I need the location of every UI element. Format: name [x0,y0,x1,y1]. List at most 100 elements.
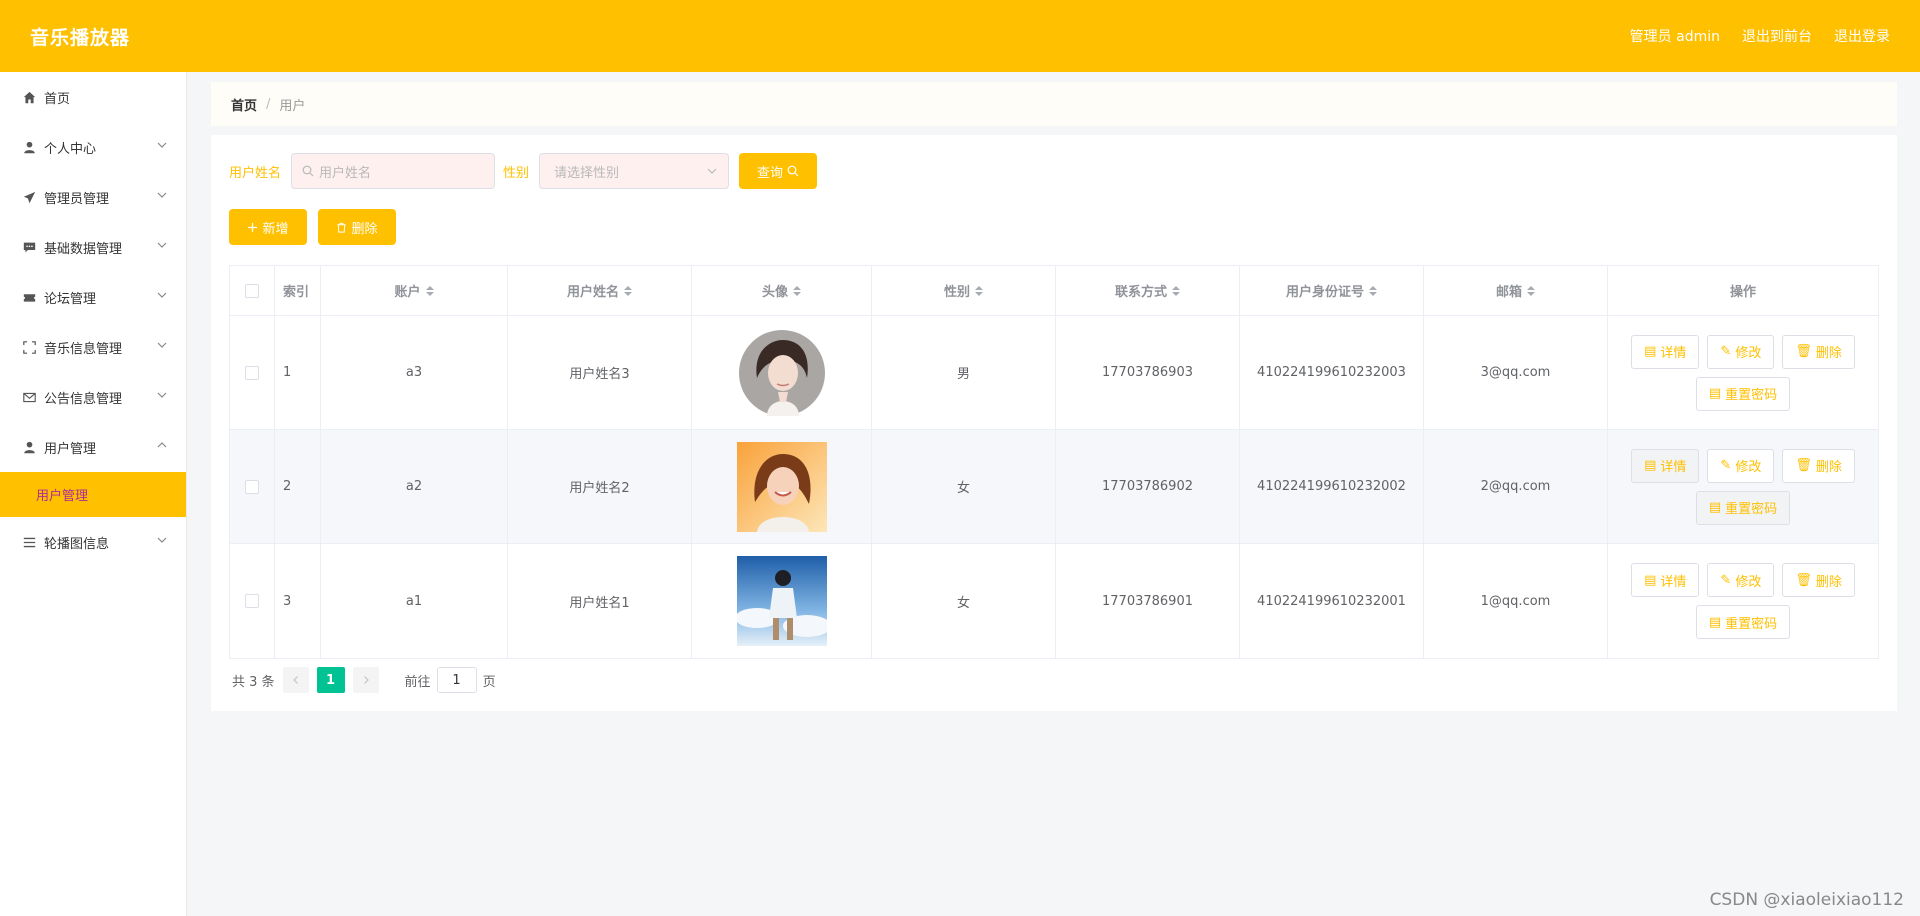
cell-phone: 17703786902 [1056,430,1240,543]
header-gender[interactable]: 性别 [872,266,1056,315]
sidebar-item-music-info[interactable]: 音乐信息管理 [0,322,186,372]
row-select-cell [230,316,275,429]
sidebar-item-personal-center[interactable]: 个人中心 [0,122,186,172]
delete-button[interactable]: 🗑 删除 [1782,448,1855,483]
chevron-right-icon [363,676,369,684]
cell-account: a2 [321,430,508,543]
detail-button[interactable]: ▤ 详情 [1631,334,1700,369]
fullscreen-icon [22,340,36,354]
cell-email: 1@qq.com [1424,544,1608,658]
header-phone[interactable]: 联系方式 [1056,266,1240,315]
header-id-card[interactable]: 用户身份证号 [1240,266,1424,315]
cell-gender: 男 [872,316,1056,429]
name-search-input[interactable]: 用户姓名 [291,153,496,189]
cell-index: 2 [275,430,321,543]
next-page-button[interactable] [352,667,379,693]
sort-icon[interactable] [624,285,632,296]
top-header: 音乐播放器 管理员 admin 退出到前台 退出登录 [0,0,1920,72]
cell-name: 用户姓名2 [508,430,692,543]
header-account[interactable]: 账户 [321,266,508,315]
header-name[interactable]: 用户姓名 [508,266,692,315]
reset-password-label: 重置密码 [1725,502,1778,517]
sidebar-item-home[interactable]: 首页 [0,72,186,122]
sidebar-item-label: 公告信息管理 [44,391,123,407]
chevron-down-icon [157,537,167,543]
sort-icon[interactable] [425,285,434,296]
pagination: 共 3 条 1 前往 1 页 [232,667,496,693]
sort-icon[interactable] [1527,285,1535,296]
sidebar-item-user-management[interactable]: 用户管理 [0,422,186,472]
detail-button[interactable]: ▤ 详情 [1631,563,1700,597]
trash-icon: 🗑 [1795,344,1812,359]
chevron-down-icon [157,392,167,398]
avatar [736,441,827,532]
header-label: 账户 [394,285,421,300]
gender-select[interactable]: 请选择性别 [539,153,730,189]
sort-icon[interactable] [1172,285,1180,296]
sidebar-item-announcement[interactable]: 公告信息管理 [0,372,186,422]
plus-icon [248,222,258,232]
main-card: 用户姓名 用户姓名 性别 请选择性别 查询 新增 删除 索引 账户 用户姓名 头… [211,135,1897,711]
user-icon [22,140,36,154]
add-button[interactable]: 新增 [229,209,307,245]
table-header-row: 索引 账户 用户姓名 头像 性别 联系方式 用户身份证号 邮箱 操作 [230,266,1878,316]
edit-button[interactable]: ✎ 修改 [1707,563,1775,597]
cell-gender: 女 [872,544,1056,658]
cell-phone: 17703786903 [1056,316,1240,429]
sort-icon[interactable] [1369,285,1377,296]
reset-password-label: 重置密码 [1725,388,1778,403]
batch-delete-button[interactable]: 删除 [318,209,396,245]
sidebar-item-forum[interactable]: 论坛管理 [0,272,186,322]
top-nav: 管理员 admin 退出到前台 退出登录 [1630,26,1890,46]
cell-phone: 17703786901 [1056,544,1240,658]
row-checkbox[interactable] [245,594,259,608]
reset-password-button[interactable]: ▤ 重置密码 [1695,376,1791,411]
sort-icon[interactable] [793,285,801,296]
header-label: 性别 [943,285,970,300]
query-button[interactable]: 查询 [739,153,818,189]
search-icon [302,165,314,177]
breadcrumb-home[interactable]: 首页 [231,95,257,114]
admin-user-link[interactable]: 管理员 admin [1630,26,1720,46]
cell-id-card: 410224199610232003 [1240,316,1424,429]
sidebar-item-basic-data[interactable]: 基础数据管理 [0,222,186,272]
ticket-icon [22,290,36,304]
sidebar-item-admin-management[interactable]: 管理员管理 [0,172,186,222]
detail-label: 详情 [1660,574,1687,590]
goto-page-input[interactable]: 1 [436,667,477,693]
sidebar-item-label: 基础数据管理 [44,241,123,257]
breadcrumb-current: 用户 [279,98,306,114]
document-icon: ▤ [1644,344,1657,359]
row-checkbox[interactable] [245,365,259,380]
page-number-current[interactable]: 1 [316,667,345,693]
sidebar-item-label: 首页 [44,91,71,107]
prev-page-button[interactable] [282,667,309,693]
row-checkbox[interactable] [245,479,259,494]
logout-link[interactable]: 退出登录 [1834,26,1890,46]
delete-label: 删除 [1815,346,1842,361]
header-avatar[interactable]: 头像 [692,266,872,315]
cell-id-card: 410224199610232001 [1240,544,1424,658]
submenu-item-user-management[interactable]: 用户管理 [0,472,186,517]
exit-to-frontend-link[interactable]: 退出到前台 [1742,26,1812,46]
detail-button[interactable]: ▤ 详情 [1631,448,1700,483]
edit-button[interactable]: ✎ 修改 [1707,334,1775,369]
sidebar-item-carousel[interactable]: 轮播图信息 [0,517,186,567]
cell-gender: 女 [872,430,1056,543]
cell-name: 用户姓名3 [508,316,692,429]
reset-password-button[interactable]: ▤ 重置密码 [1695,490,1791,525]
chevron-down-icon [707,168,717,174]
header-label: 用户姓名 [566,285,619,300]
select-all-checkbox[interactable] [245,283,259,298]
toolbar: 新增 删除 [229,209,396,245]
reset-password-button[interactable]: ▤ 重置密码 [1695,605,1791,639]
edit-button[interactable]: ✎ 修改 [1707,448,1775,483]
delete-button[interactable]: 🗑 删除 [1782,563,1855,597]
header-email[interactable]: 邮箱 [1424,266,1608,315]
trash-icon: 🗑 [1795,458,1812,473]
sort-icon[interactable] [975,285,983,296]
sidebar-item-label: 论坛管理 [44,291,97,307]
header-label: 头像 [761,285,788,300]
document-icon: ▤ [1708,386,1722,401]
delete-button[interactable]: 🗑 删除 [1782,334,1855,369]
